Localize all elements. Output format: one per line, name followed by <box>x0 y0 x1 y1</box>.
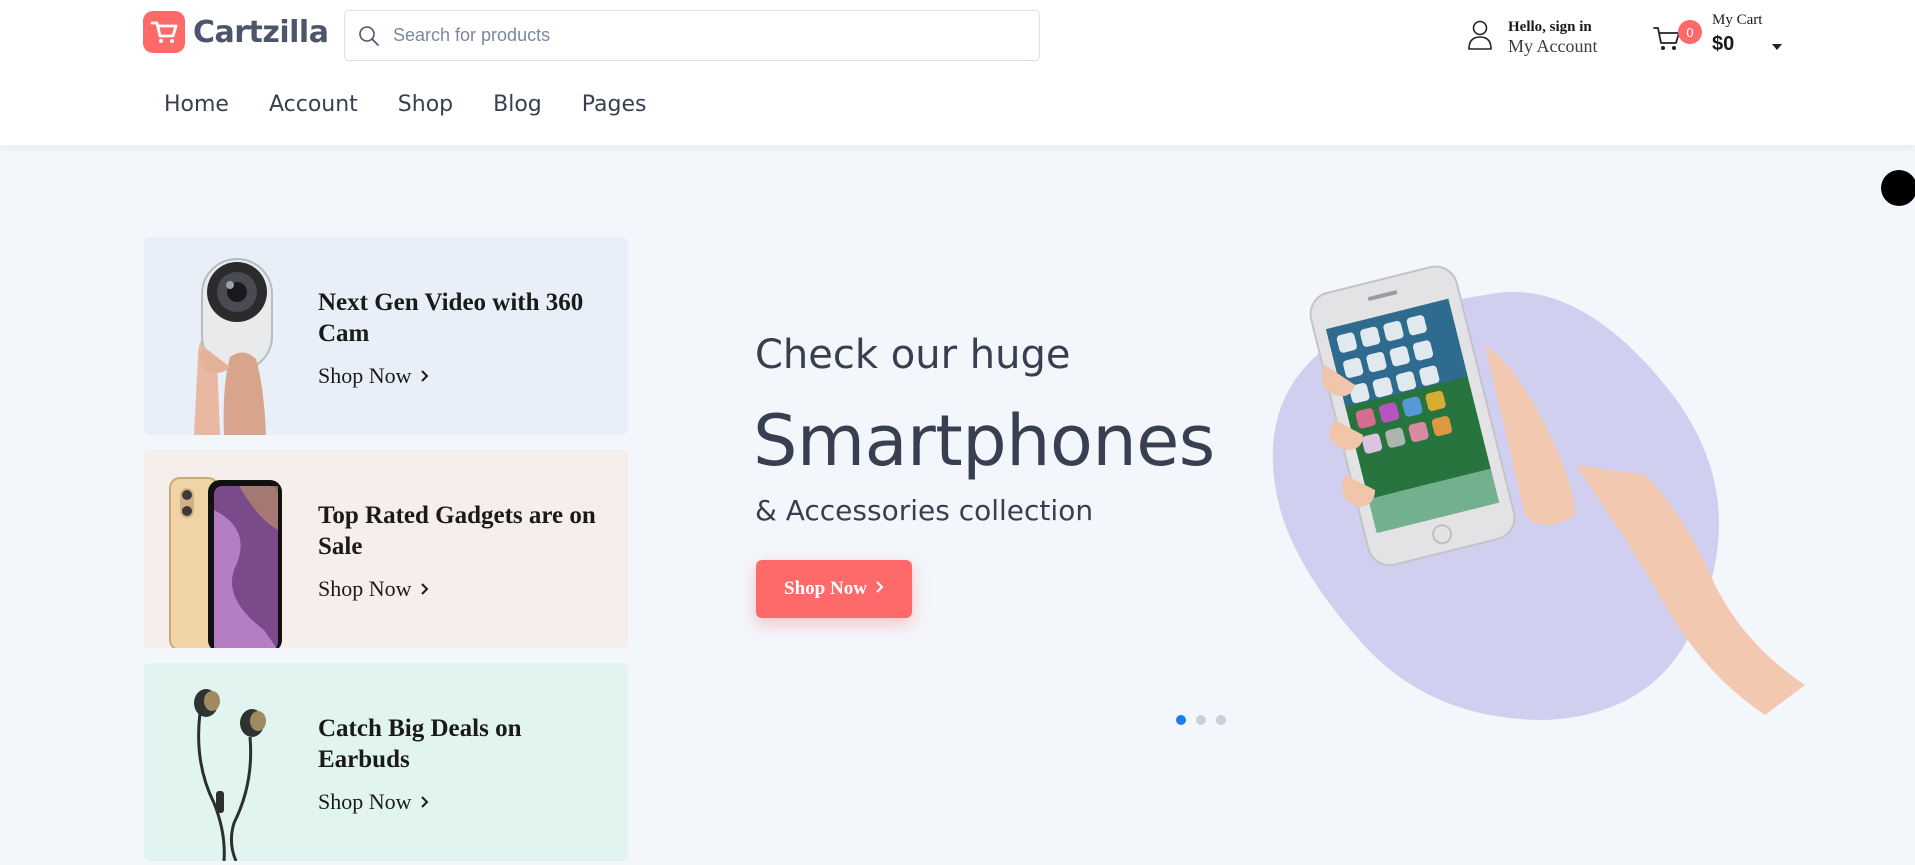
account-text: Hello, sign in My Account <box>1508 18 1598 58</box>
hero-button-label: Shop Now <box>784 578 867 599</box>
main-nav: Home Account Shop Blog Pages <box>144 92 667 117</box>
carousel-dot-2[interactable] <box>1196 715 1206 725</box>
carousel-dot-3[interactable] <box>1216 715 1226 725</box>
brand-name: Cartzilla <box>193 14 329 50</box>
promo-card[interactable]: Next Gen Video with 360 Cam Shop Now <box>144 237 628 435</box>
360-camera-image <box>194 258 273 435</box>
user-icon <box>1466 19 1494 56</box>
site-header: Cartzilla Hello, sign in My Account <box>0 0 1915 145</box>
promo-title: Next Gen Video with 360 Cam <box>318 289 584 347</box>
chevron-right-icon <box>420 789 429 815</box>
account-greeting: Hello, sign in <box>1508 19 1592 35</box>
shop-now-label: Shop Now <box>318 363 412 388</box>
hero-subtitle: Check our huge <box>755 332 1071 378</box>
cart-total: $0 <box>1712 33 1735 55</box>
cart-logo-icon <box>143 11 185 53</box>
promo-title: Catch Big Deals on Earbuds <box>318 715 522 773</box>
hero-shop-now-button[interactable]: Shop Now <box>756 560 912 618</box>
hand-holding-phone-image <box>1272 265 1805 720</box>
chevron-down-icon <box>1772 44 1782 50</box>
search-input[interactable] <box>391 11 1039 60</box>
shop-now-label: Shop Now <box>318 576 412 601</box>
account-menu[interactable]: Hello, sign in My Account <box>1466 18 1598 58</box>
promo-shop-now-link[interactable]: Shop Now <box>318 576 429 602</box>
nav-item-shop[interactable]: Shop <box>378 92 473 117</box>
carousel-dot-1[interactable] <box>1176 715 1186 725</box>
shop-now-label: Shop Now <box>318 789 412 814</box>
cart-icon: 0 <box>1652 20 1702 54</box>
earbuds-image <box>194 689 266 861</box>
nav-item-pages[interactable]: Pages <box>562 92 667 117</box>
promo-shop-now-link[interactable]: Shop Now <box>318 789 429 815</box>
nav-item-blog[interactable]: Blog <box>473 92 562 117</box>
nav-item-home[interactable]: Home <box>144 92 249 117</box>
smartphone-image <box>169 477 282 648</box>
cart-label: My Cart <box>1712 12 1763 28</box>
cart-count-badge: 0 <box>1678 20 1702 44</box>
promo-card[interactable]: Catch Big Deals on Earbuds Shop Now <box>144 663 628 861</box>
chevron-right-icon <box>420 363 429 389</box>
hero-tagline: & Accessories collection <box>755 494 1094 527</box>
chevron-right-icon <box>875 578 884 600</box>
brand-logo[interactable]: Cartzilla <box>143 11 329 53</box>
chevron-right-icon <box>420 576 429 602</box>
promo-title: Top Rated Gadgets are on Sale <box>318 502 596 560</box>
search-bar <box>344 10 1040 61</box>
hero-title: Smartphones <box>753 400 1215 482</box>
account-label: My Account <box>1508 36 1598 56</box>
promo-card[interactable]: Top Rated Gadgets are on Sale Shop Now <box>144 450 628 648</box>
promo-shop-now-link[interactable]: Shop Now <box>318 363 429 389</box>
carousel-dots <box>1176 715 1226 725</box>
floating-cursor-dot <box>1881 170 1915 206</box>
search-icon <box>357 24 381 48</box>
cart-button[interactable]: 0 My Cart $0 <box>1652 10 1782 62</box>
nav-item-account[interactable]: Account <box>249 92 378 117</box>
